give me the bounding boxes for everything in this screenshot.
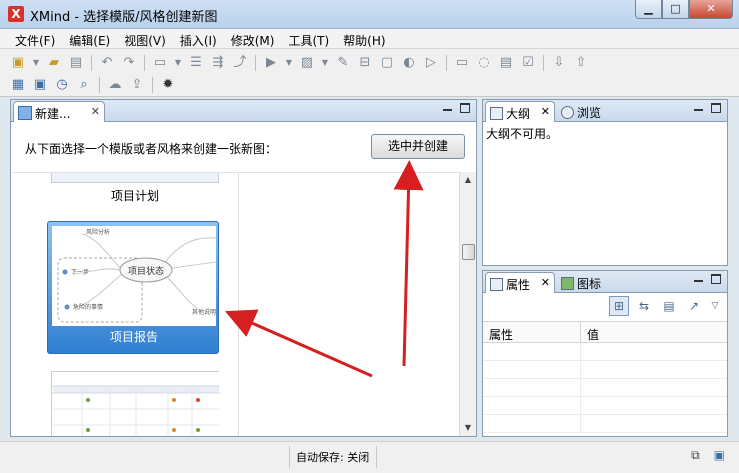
arrow-to-create-button [393,160,424,367]
status-icons: ⧉ ▣ [691,448,725,463]
share-status-icon[interactable]: ▣ [714,448,725,463]
status-separator [376,446,377,468]
status-bar: 自动保存: 关闭 ⧉ ▣ [0,441,739,473]
autosave-status[interactable]: 自动保存: 关闭 [296,449,369,465]
annotation-arrows [225,160,424,378]
restore-window-icon[interactable]: ⧉ [691,448,700,463]
status-separator [289,446,290,468]
arrow-to-project-report [225,309,373,378]
